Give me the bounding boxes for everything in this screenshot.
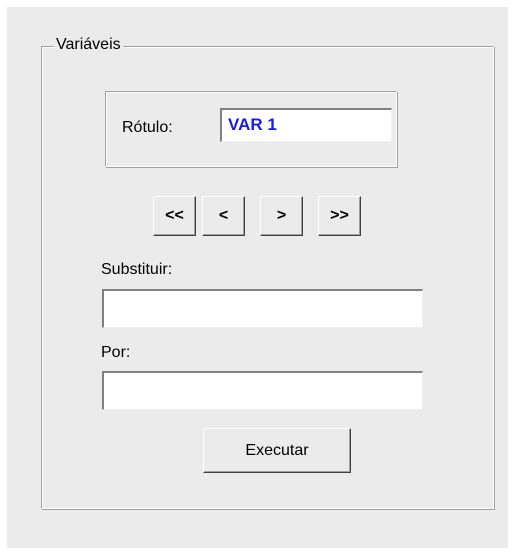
substituir-input[interactable] — [102, 289, 423, 328]
rotulo-panel: Rótulo: VAR 1 — [105, 91, 397, 167]
rotulo-value: VAR 1 — [220, 108, 392, 142]
execute-button[interactable]: Executar — [203, 428, 351, 473]
next-button[interactable]: > — [260, 196, 303, 236]
variaveis-groupbox: Variáveis Rótulo: VAR 1 << < > >> Substi… — [41, 36, 494, 509]
substituir-label: Substituir: — [101, 261, 173, 278]
groupbox-title: Variáveis — [54, 36, 123, 54]
dialog-window: Variáveis Rótulo: VAR 1 << < > >> Substi… — [7, 7, 508, 548]
last-button[interactable]: >> — [318, 196, 361, 236]
previous-button[interactable]: < — [202, 196, 245, 236]
rotulo-label: Rótulo: — [122, 119, 173, 136]
por-input[interactable] — [102, 371, 423, 410]
por-label: Por: — [101, 344, 131, 361]
first-button[interactable]: << — [153, 196, 196, 236]
